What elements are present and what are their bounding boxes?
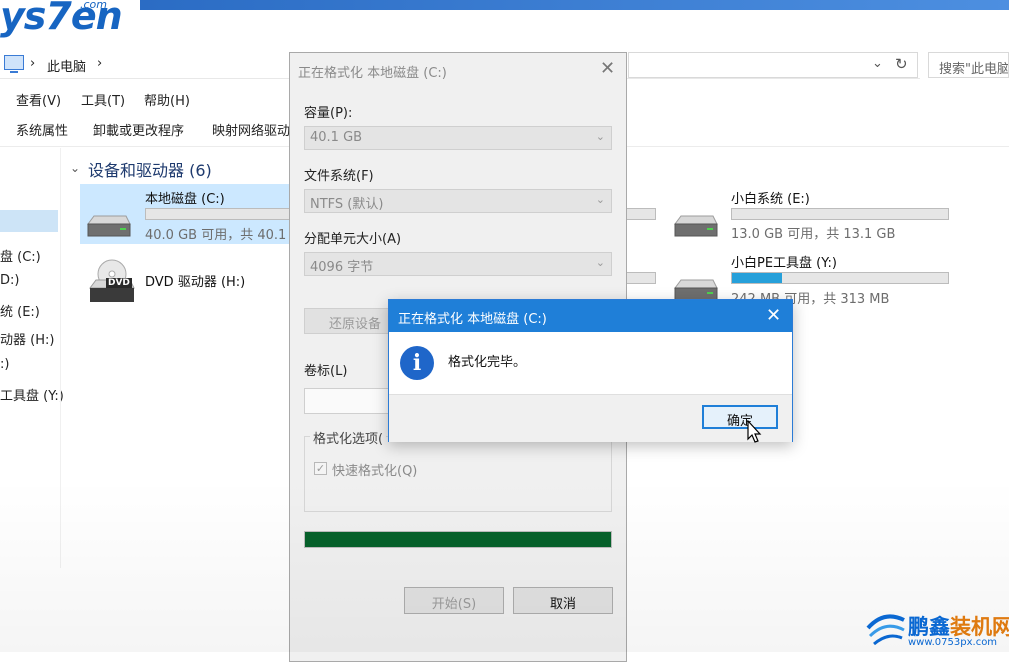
drive-name-c: 本地磁盘 (C:) (145, 192, 225, 207)
nav-selected-item[interactable] (0, 210, 58, 232)
breadcrumb-separator-icon[interactable]: › (30, 56, 35, 71)
close-icon[interactable]: ✕ (766, 305, 781, 326)
breadcrumb-this-pc[interactable]: 此电脑 (47, 56, 86, 75)
dvd-badge: DVD (106, 278, 132, 288)
computer-icon-stand (10, 71, 18, 73)
history-dropdown-icon[interactable]: ⌄ (872, 56, 883, 71)
allocation-label: 分配单元大小(A) (304, 232, 402, 247)
system-properties-button[interactable]: 系统属性 (16, 120, 68, 139)
menu-view[interactable]: 查看(V) (16, 90, 61, 109)
chevron-down-icon: ⌄ (595, 130, 605, 143)
computer-icon (4, 55, 24, 70)
quick-format-label[interactable]: 快速格式化(Q) (332, 460, 417, 479)
ok-button[interactable]: 确定 (702, 405, 778, 429)
group-header: 设备和驱动器 (6) (88, 161, 212, 180)
info-icon: i (400, 346, 434, 380)
site-logo-suffix: .com (80, 0, 107, 11)
drive-usage-bar-c (145, 208, 308, 220)
refresh-icon[interactable]: ↻ (895, 55, 908, 73)
filesystem-label: 文件系统(F) (304, 169, 374, 184)
drive-usage-bar-y (731, 272, 949, 284)
start-button[interactable]: 开始(S) (404, 587, 504, 614)
drive-usage-bar-e (731, 208, 949, 220)
capacity-label: 容量(P): (304, 106, 353, 121)
nav-item-unknown[interactable]: :) (0, 357, 9, 372)
filesystem-value: NTFS (默认) (310, 197, 384, 212)
drive-name-e[interactable]: 小白系统 (E:) (731, 188, 810, 207)
message-text: 格式化完毕。 (448, 355, 527, 370)
brand-banner (140, 0, 1009, 10)
nav-divider (60, 148, 61, 568)
allocation-value: 4096 字节 (310, 260, 374, 275)
nav-item-h[interactable]: 动器 (H:) (0, 329, 54, 348)
format-options-label: 格式化选项( (310, 428, 387, 447)
cancel-button[interactable]: 取消 (513, 587, 613, 614)
drive-info-e: 13.0 GB 可用，共 13.1 GB (731, 227, 896, 242)
drive-usage-fill-y (732, 273, 782, 283)
menu-tools[interactable]: 工具(T) (81, 90, 125, 109)
search-input[interactable]: 搜索"此电脑" (928, 52, 1009, 78)
group-collapse-icon[interactable]: ⌄ (70, 161, 80, 175)
capacity-select[interactable]: 40.1 GB ⌄ (304, 126, 612, 150)
drive-name-h[interactable]: DVD 驱动器 (H:) (145, 271, 245, 290)
map-network-drive-button[interactable]: 映射网络驱动 (212, 120, 290, 139)
drive-name-y[interactable]: 小白PE工具盘 (Y:) (731, 252, 837, 271)
format-progress-fill (305, 532, 611, 547)
nav-item-y[interactable]: 工具盘 (Y:) (0, 385, 64, 404)
mouse-cursor-icon (747, 420, 762, 443)
format-dialog-title: 正在格式化 本地磁盘 (C:) (298, 66, 447, 81)
watermark-title-part2: 装机网 (950, 615, 1009, 639)
format-progress-bar (304, 531, 612, 548)
nav-item-e[interactable]: 统 (E:) (0, 301, 40, 320)
message-box-title: 正在格式化 本地磁盘 (C:) (398, 312, 547, 327)
nav-item-d[interactable]: D:) (0, 273, 19, 288)
quick-format-checkbox[interactable]: ✓ (314, 462, 327, 475)
watermark-logo-icon (866, 614, 905, 646)
chevron-down-icon: ⌄ (595, 193, 605, 206)
filesystem-select[interactable]: NTFS (默认) ⌄ (304, 189, 612, 213)
drive-usage-bar-hidden (626, 272, 656, 284)
capacity-value: 40.1 GB (310, 130, 363, 145)
volume-label: 卷标(L) (304, 364, 348, 379)
close-icon[interactable]: ✕ (600, 58, 615, 79)
watermark-url: www.0753px.com (908, 637, 998, 648)
nav-item-c[interactable]: 盘 (C:) (0, 246, 41, 265)
hard-disk-icon (674, 215, 718, 237)
watermark-title-part1: 鹏鑫 (908, 615, 950, 639)
uninstall-program-button[interactable]: 卸載或更改程序 (93, 120, 184, 139)
hard-disk-icon (87, 215, 131, 237)
menu-help[interactable]: 帮助(H) (144, 90, 190, 109)
chevron-down-icon: ⌄ (595, 256, 605, 269)
breadcrumb-chevron-icon[interactable]: › (97, 56, 102, 71)
allocation-select[interactable]: 4096 字节 ⌄ (304, 252, 612, 276)
drive-info-c: 40.0 GB 可用，共 40.1 (145, 228, 287, 243)
drive-usage-bar-d (626, 208, 656, 220)
